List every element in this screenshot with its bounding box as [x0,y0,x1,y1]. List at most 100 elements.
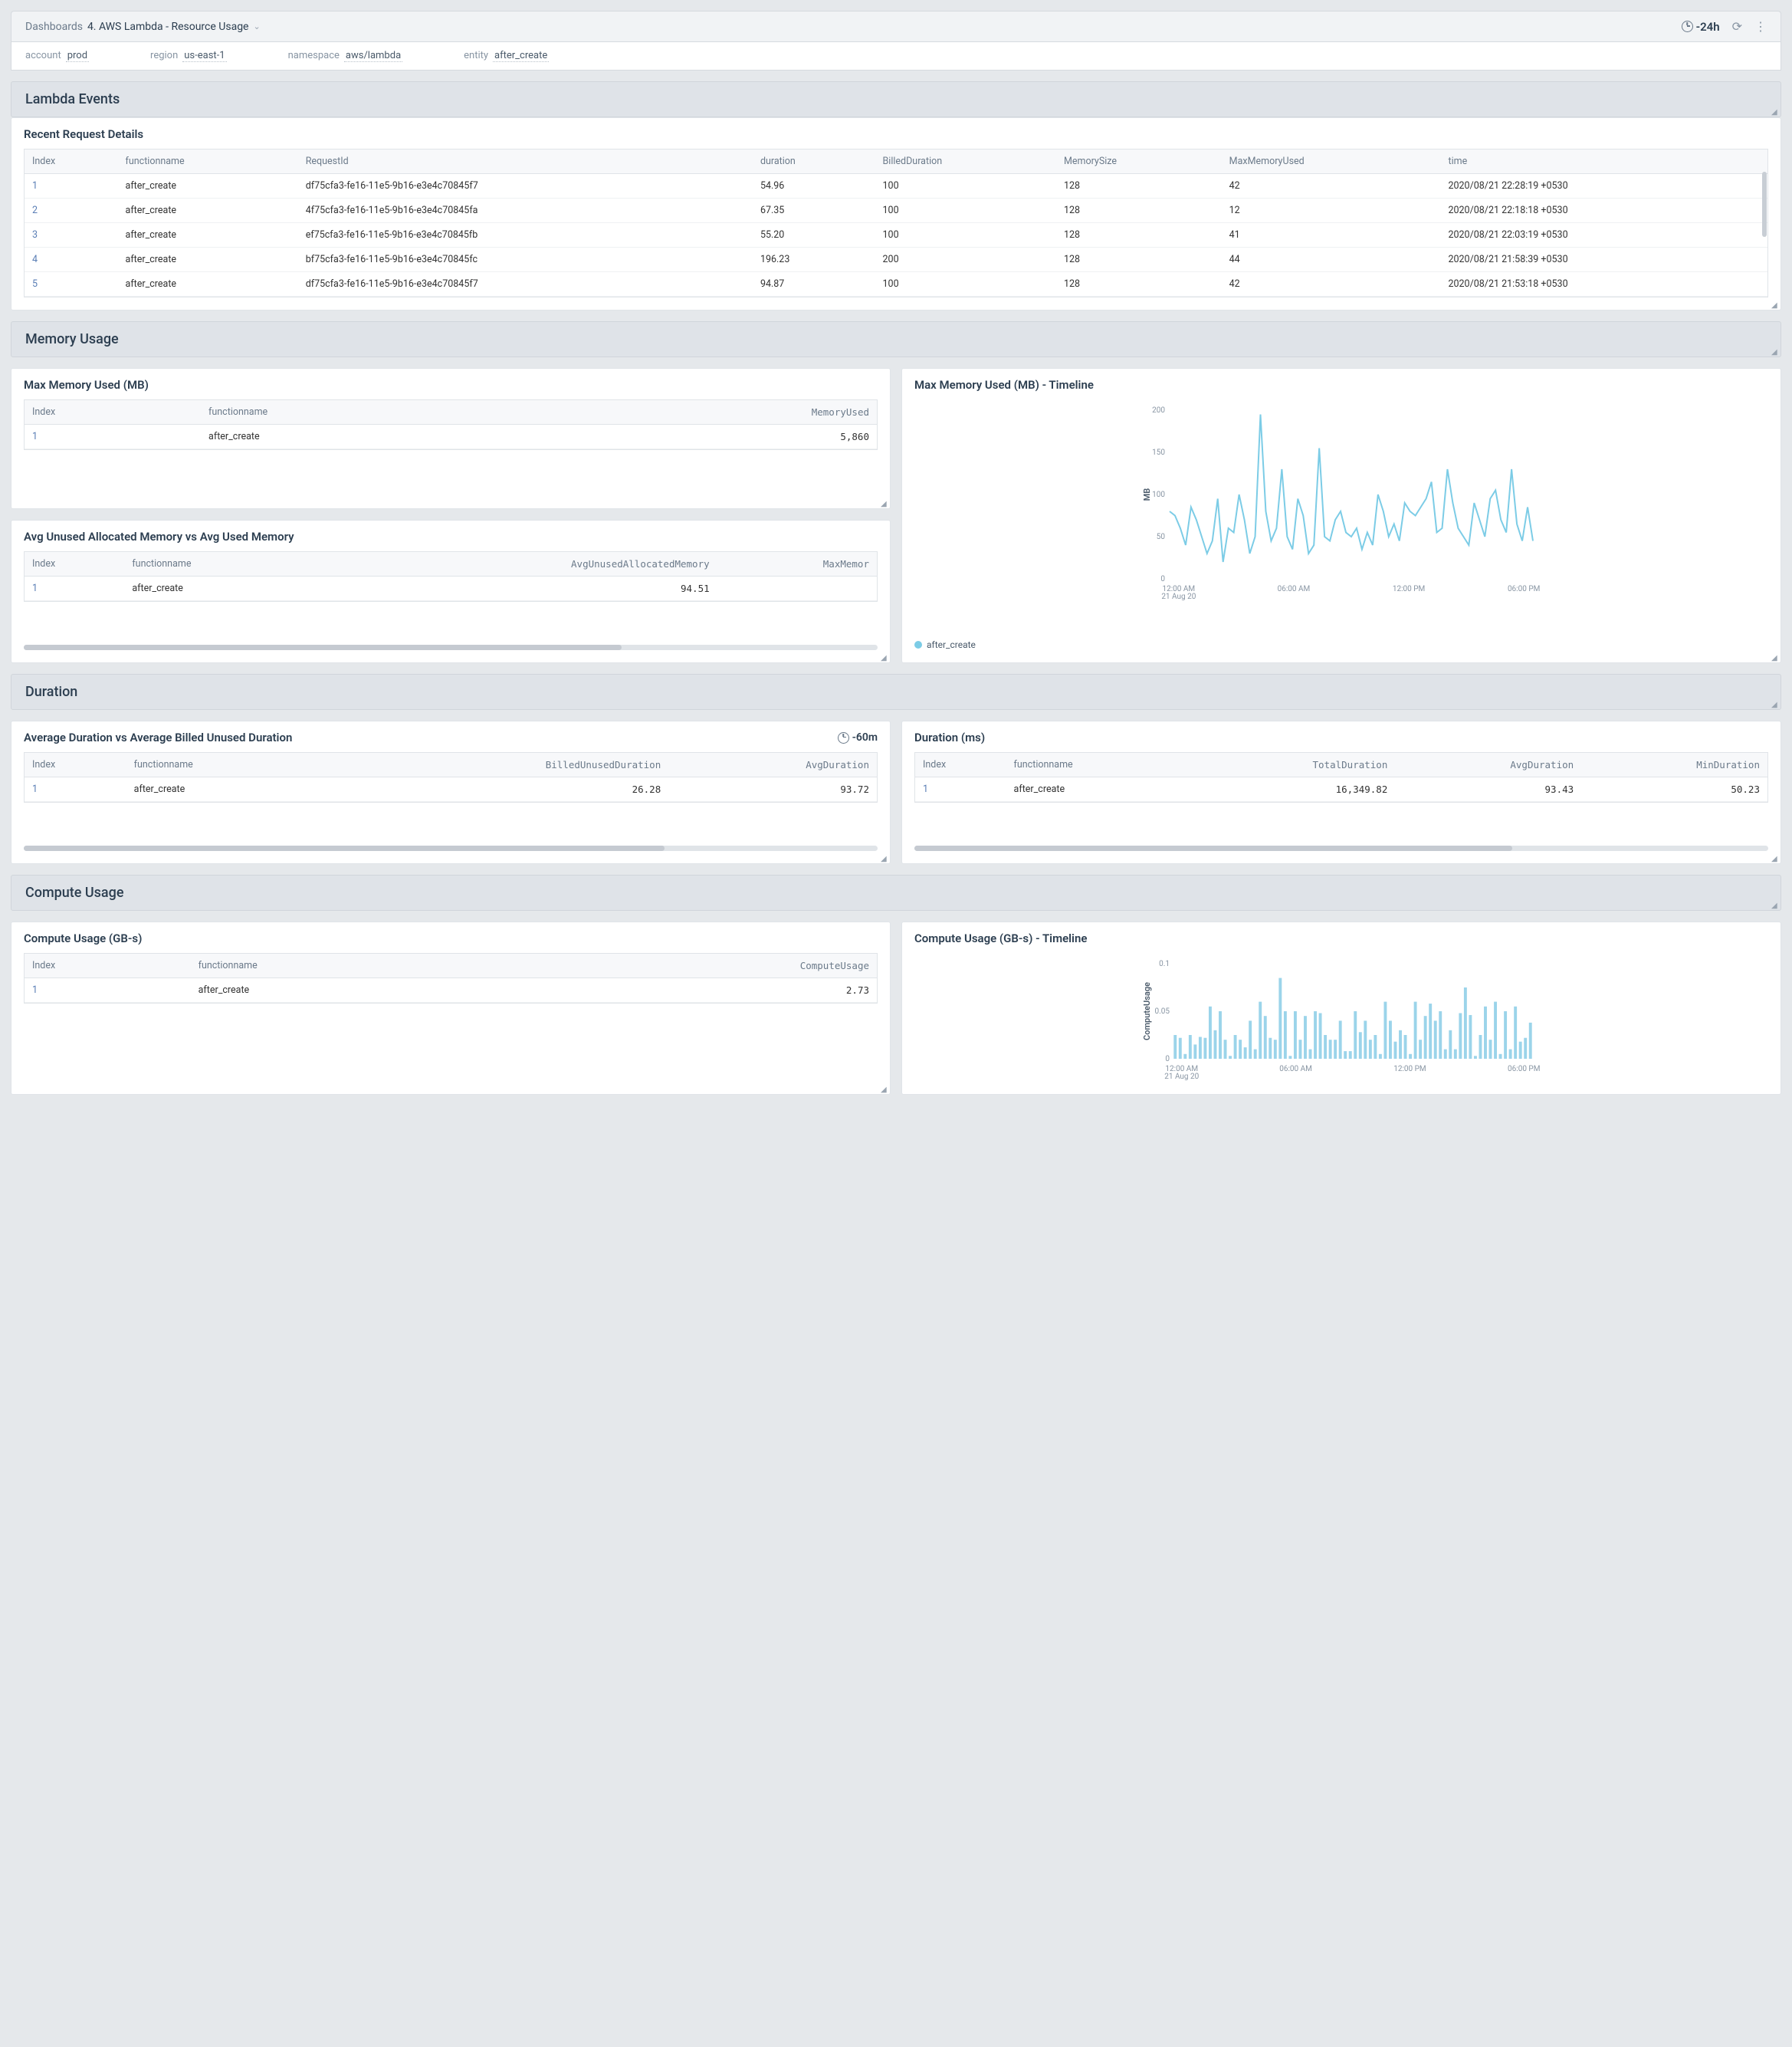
column-header[interactable]: BilledDuration [875,150,1056,174]
column-header[interactable]: MemorySize [1056,150,1222,174]
column-header[interactable]: Index [25,400,201,425]
resize-handle-icon[interactable]: ◢ [1771,702,1777,708]
column-header[interactable]: functionname [118,150,298,174]
resize-handle-icon[interactable]: ◢ [881,655,887,661]
column-header[interactable]: functionname [191,954,512,978]
panel-memory-timeline: Max Memory Used (MB) - Timeline 05010015… [901,368,1781,663]
column-header[interactable]: AvgDuration [1395,753,1581,777]
panel-title: Compute Usage (GB-s) - Timeline [914,932,1768,945]
top-bar: Dashboards 4. AWS Lambda - Resource Usag… [11,11,1781,42]
column-header[interactable]: MemoryUsed [542,400,877,425]
resize-handle-icon[interactable]: ◢ [881,1086,887,1092]
panel-unused-memory: Avg Unused Allocated Memory vs Avg Used … [11,520,891,663]
column-header[interactable]: BilledUnusedDuration [323,753,668,777]
table-row[interactable]: 4after_createbf75cfa3-fe16-11e5-9b16-e3e… [25,248,1767,272]
row-index-link[interactable]: 1 [32,583,38,594]
column-header[interactable]: functionname [126,753,323,777]
column-header[interactable]: TotalDuration [1182,753,1395,777]
column-header[interactable]: MaxMemoryUsed [1222,150,1441,174]
toolbar: -24h ⟳ ⋮ [1682,19,1767,34]
table-row[interactable]: 5after_createdf75cfa3-fe16-11e5-9b16-e3e… [25,272,1767,297]
column-header[interactable]: functionname [124,552,317,577]
svg-text:0: 0 [1165,1055,1170,1063]
breadcrumb-root[interactable]: Dashboards [25,21,83,33]
refresh-icon[interactable]: ⟳ [1732,19,1742,34]
panel-title: Max Memory Used (MB) - Timeline [914,378,1768,392]
panel-max-memory: Max Memory Used (MB) IndexfunctionnameMe… [11,368,891,509]
svg-text:06:00 AM: 06:00 AM [1278,585,1311,593]
resize-handle-icon[interactable]: ◢ [1771,655,1777,661]
row-index-link[interactable]: 1 [923,784,928,795]
column-header[interactable]: duration [753,150,875,174]
section-lambda-events[interactable]: Lambda Events ◢ [11,81,1781,117]
table-row[interactable]: 1after_createdf75cfa3-fe16-11e5-9b16-e3e… [25,174,1767,199]
column-header[interactable]: Index [25,954,191,978]
resize-handle-icon[interactable]: ◢ [1771,302,1777,308]
chevron-down-icon[interactable]: ⌄ [253,21,260,31]
memory-timeline-chart[interactable]: 050100150200MB12:00 AM21 Aug 2006:00 AM1… [914,406,1768,605]
horizontal-scrollbar[interactable] [914,846,1768,851]
resize-handle-icon[interactable]: ◢ [1771,109,1777,115]
clock-icon [838,732,849,744]
breadcrumb[interactable]: Dashboards 4. AWS Lambda - Resource Usag… [25,21,261,33]
column-header[interactable]: functionname [201,400,542,425]
panel-compute-usage: Compute Usage (GB-s) IndexfunctionnameCo… [11,922,891,1095]
table-row[interactable]: 1after_create2.73 [25,978,877,1003]
row-index-link[interactable]: 1 [32,180,38,192]
svg-text:100: 100 [1152,491,1165,499]
row-index-link[interactable]: 3 [32,229,38,241]
column-header[interactable]: AvgUnusedAllocatedMemory [318,552,717,577]
filter-namespace[interactable]: namespaceaws/lambda [288,50,403,62]
row-index-link[interactable]: 1 [32,431,38,442]
column-header[interactable]: RequestId [298,150,753,174]
compute-timeline-chart[interactable]: 00.050.1ComputeUsage12:00 AM21 Aug 2006:… [914,959,1768,1082]
row-index-link[interactable]: 1 [32,784,38,795]
column-header[interactable]: time [1440,150,1767,174]
panel-time-range[interactable]: -60m [838,731,878,744]
svg-text:06:00 PM: 06:00 PM [1508,1065,1540,1073]
row-index-link[interactable]: 2 [32,205,38,216]
recent-requests-table: IndexfunctionnameRequestIddurationBilled… [25,149,1767,297]
horizontal-scrollbar[interactable] [24,846,878,851]
table-row[interactable]: 3after_createef75cfa3-fe16-11e5-9b16-e3e… [25,223,1767,248]
max-memory-table: IndexfunctionnameMemoryUsed1after_create… [25,399,877,449]
row-index-link[interactable]: 4 [32,254,38,265]
row-index-link[interactable]: 5 [32,278,38,290]
column-header[interactable]: MinDuration [1581,753,1767,777]
panel-title: Max Memory Used (MB) [24,378,878,392]
column-header[interactable]: AvgDuration [668,753,877,777]
column-header[interactable]: functionname [1006,753,1182,777]
filter-region[interactable]: regionus-east-1 [150,50,227,62]
legend-swatch-icon [914,641,922,649]
panel-title: Compute Usage (GB-s) [24,932,878,945]
resize-handle-icon[interactable]: ◢ [1771,349,1777,355]
column-header[interactable]: ComputeUsage [512,954,877,978]
column-header[interactable]: Index [25,753,126,777]
more-icon[interactable]: ⋮ [1754,19,1767,34]
table-row[interactable]: 1after_create26.2893.72 [25,777,877,802]
column-header[interactable]: MaxMemor [717,552,877,577]
resize-handle-icon[interactable]: ◢ [881,501,887,507]
resize-handle-icon[interactable]: ◢ [881,856,887,862]
column-header[interactable]: Index [25,552,124,577]
table-row[interactable]: 1after_create16,349.8293.4350.23 [915,777,1767,802]
horizontal-scrollbar[interactable] [24,645,878,650]
section-duration[interactable]: Duration ◢ [11,674,1781,710]
resize-handle-icon[interactable]: ◢ [1771,856,1777,862]
filter-entity[interactable]: entityafter_create [464,50,549,62]
panel-title: Average Duration vs Average Billed Unuse… [24,731,292,744]
column-header[interactable]: Index [25,150,118,174]
table-row[interactable]: 1after_create5,860 [25,425,877,449]
section-memory-usage[interactable]: Memory Usage ◢ [11,321,1781,357]
table-row[interactable]: 2after_create4f75cfa3-fe16-11e5-9b16-e3e… [25,199,1767,223]
time-range-picker[interactable]: -24h [1682,20,1720,34]
resize-handle-icon[interactable]: ◢ [1771,902,1777,909]
section-compute-usage[interactable]: Compute Usage ◢ [11,875,1781,911]
filter-bar: accountprod regionus-east-1 namespaceaws… [11,42,1781,71]
column-header[interactable]: Index [915,753,1006,777]
table-row[interactable]: 1after_create94.51 [25,577,877,601]
filter-account[interactable]: accountprod [25,50,89,62]
legend: after_create [914,639,1768,650]
row-index-link[interactable]: 1 [32,984,38,996]
breadcrumb-title[interactable]: 4. AWS Lambda - Resource Usage [87,21,249,33]
